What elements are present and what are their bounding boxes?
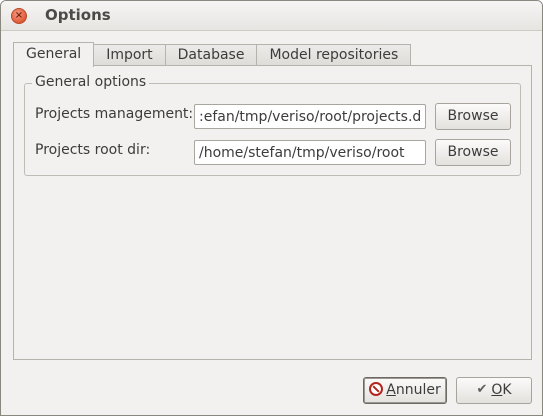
projects-management-browse-button[interactable]: Browse	[435, 103, 511, 130]
projects-root-browse-button[interactable]: Browse	[435, 139, 511, 166]
cancel-mnemonic: A	[386, 382, 396, 398]
tab-general[interactable]: General	[13, 42, 95, 67]
projects-management-field[interactable]	[194, 104, 426, 129]
tab-model-repositories[interactable]: Model repositories	[257, 44, 412, 66]
close-icon[interactable]: ×	[11, 8, 27, 24]
ok-mnemonic: O	[491, 382, 503, 398]
options-dialog: × Options General Import Database Model …	[0, 0, 543, 416]
window-title: Options	[45, 6, 111, 24]
tab-database[interactable]: Database	[165, 44, 258, 66]
tab-bar: General Import Database Model repositori…	[13, 42, 412, 67]
ok-button[interactable]: ✔ OK	[456, 377, 532, 404]
general-options-group: General options Projects management: Bro…	[24, 74, 521, 176]
projects-management-label: Projects management:	[35, 106, 194, 122]
tab-panel-general: General options Projects management: Bro…	[13, 65, 532, 360]
ok-label: K	[502, 382, 512, 398]
projects-root-field[interactable]	[194, 140, 426, 165]
cancel-icon	[369, 382, 384, 396]
check-icon: ✔	[476, 381, 488, 397]
cancel-button[interactable]: Annuler	[363, 377, 447, 404]
group-title: General options	[32, 74, 150, 90]
tab-import[interactable]: Import	[94, 44, 166, 66]
title-bar: × Options	[1, 1, 542, 31]
cancel-label: nnuler	[395, 382, 441, 398]
projects-root-label: Projects root dir:	[35, 142, 151, 158]
